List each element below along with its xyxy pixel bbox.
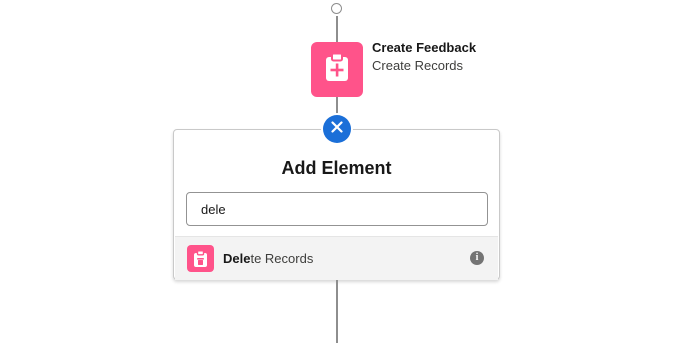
close-add-element-button[interactable] <box>323 115 351 143</box>
connector-line-bottom <box>336 280 338 343</box>
delete-records-icon <box>187 245 214 272</box>
element-search-input[interactable] <box>186 192 488 226</box>
connector-line-top <box>336 16 338 42</box>
add-element-panel: Add Element Delete Records i <box>173 129 500 280</box>
connector-endpoint[interactable] <box>331 3 342 14</box>
result-label: Delete Records <box>223 251 313 266</box>
node-subtitle: Create Records <box>372 58 464 73</box>
info-icon[interactable]: i <box>470 251 484 265</box>
result-delete-records[interactable]: Delete Records i <box>175 236 498 280</box>
result-match-text: Dele <box>223 251 251 266</box>
result-rest-text: te Records <box>250 251 314 266</box>
panel-title: Add Element <box>281 158 392 178</box>
node-title: Create Feedback <box>372 40 477 55</box>
close-icon <box>331 120 343 138</box>
create-records-icon <box>324 52 350 87</box>
create-feedback-node[interactable] <box>311 42 363 97</box>
